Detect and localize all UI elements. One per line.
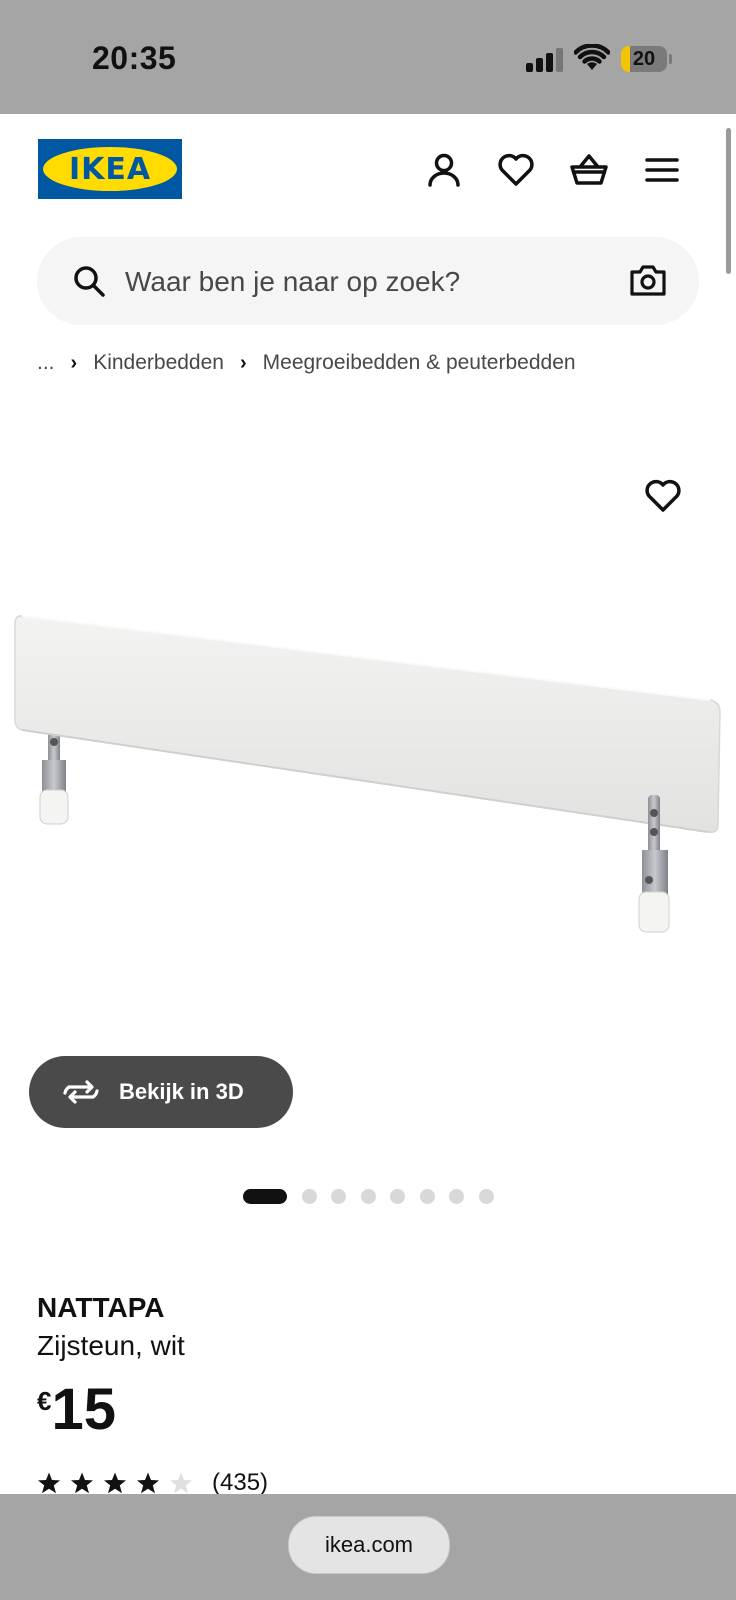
product-name: NATTAPA [37, 1292, 165, 1323]
star-filled-icon [104, 1472, 126, 1494]
chevron-right-icon: › [70, 351, 78, 374]
ikea-logo[interactable]: IKEA [38, 139, 182, 199]
battery-cap [669, 54, 672, 64]
rotate-3d-icon [63, 1080, 99, 1104]
search-bar[interactable] [37, 237, 699, 327]
star-filled-icon [71, 1472, 93, 1494]
product-description: Zijsteun, wit [37, 1330, 185, 1361]
cellular-signal-icon [526, 48, 564, 72]
price-value: 15 [51, 1377, 116, 1442]
scrollbar[interactable] [726, 128, 731, 274]
profile-icon[interactable] [424, 150, 464, 190]
status-time: 20:35 [92, 40, 177, 76]
breadcrumb-ellipsis[interactable]: ... [37, 351, 55, 375]
carousel-dot[interactable] [331, 1188, 346, 1204]
carousel-dot[interactable] [360, 1188, 376, 1204]
chevron-right-icon: › [239, 351, 247, 374]
url-bar[interactable]: ikea.com [288, 1516, 450, 1574]
basket-icon[interactable] [569, 150, 609, 190]
product-price: €15 [37, 1378, 116, 1442]
page: 20:35 20 IKEA Waar ben je naar op zoek? … [0, 0, 736, 1600]
carousel-dot[interactable] [478, 1188, 494, 1204]
star-filled-icon [137, 1472, 159, 1494]
carousel-dot[interactable] [449, 1188, 464, 1204]
star-empty-icon [170, 1472, 192, 1494]
breadcrumb-item-kinderbedden[interactable]: Kinderbedden [93, 351, 224, 375]
save-to-favourites-icon[interactable] [643, 476, 683, 516]
carousel-dot[interactable] [419, 1188, 435, 1204]
menu-icon[interactable] [642, 150, 682, 190]
breadcrumb-item-meegroeibedden[interactable]: Meegroeibedden & peuterbedden [263, 351, 576, 375]
view-in-3d-button[interactable]: Bekijk in 3D [29, 1056, 293, 1128]
logo-text: IKEA [43, 147, 177, 191]
battery-level: 20 [632, 48, 656, 70]
star-filled-icon [38, 1472, 60, 1494]
carousel-dot[interactable] [301, 1188, 317, 1204]
battery-icon: 20 [621, 46, 667, 72]
image-carousel-dots [243, 1188, 508, 1204]
carousel-dot[interactable] [390, 1188, 405, 1204]
wifi-icon [574, 44, 610, 70]
product-image[interactable] [0, 400, 736, 1060]
price-currency: € [37, 1386, 52, 1416]
view-in-3d-label: Bekijk in 3D [119, 1079, 244, 1104]
status-bar: 20:35 20 [0, 0, 736, 114]
search-input[interactable] [123, 237, 607, 327]
review-count: (435) [212, 1469, 269, 1496]
heart-icon[interactable] [496, 150, 536, 190]
camera-icon[interactable] [629, 261, 667, 299]
breadcrumb: ... › Kinderbedden › Meegroeibedden & pe… [37, 346, 576, 380]
carousel-dot[interactable] [243, 1188, 287, 1204]
search-icon[interactable] [71, 263, 107, 299]
browser-bottom-bar: ikea.com [0, 1494, 736, 1600]
